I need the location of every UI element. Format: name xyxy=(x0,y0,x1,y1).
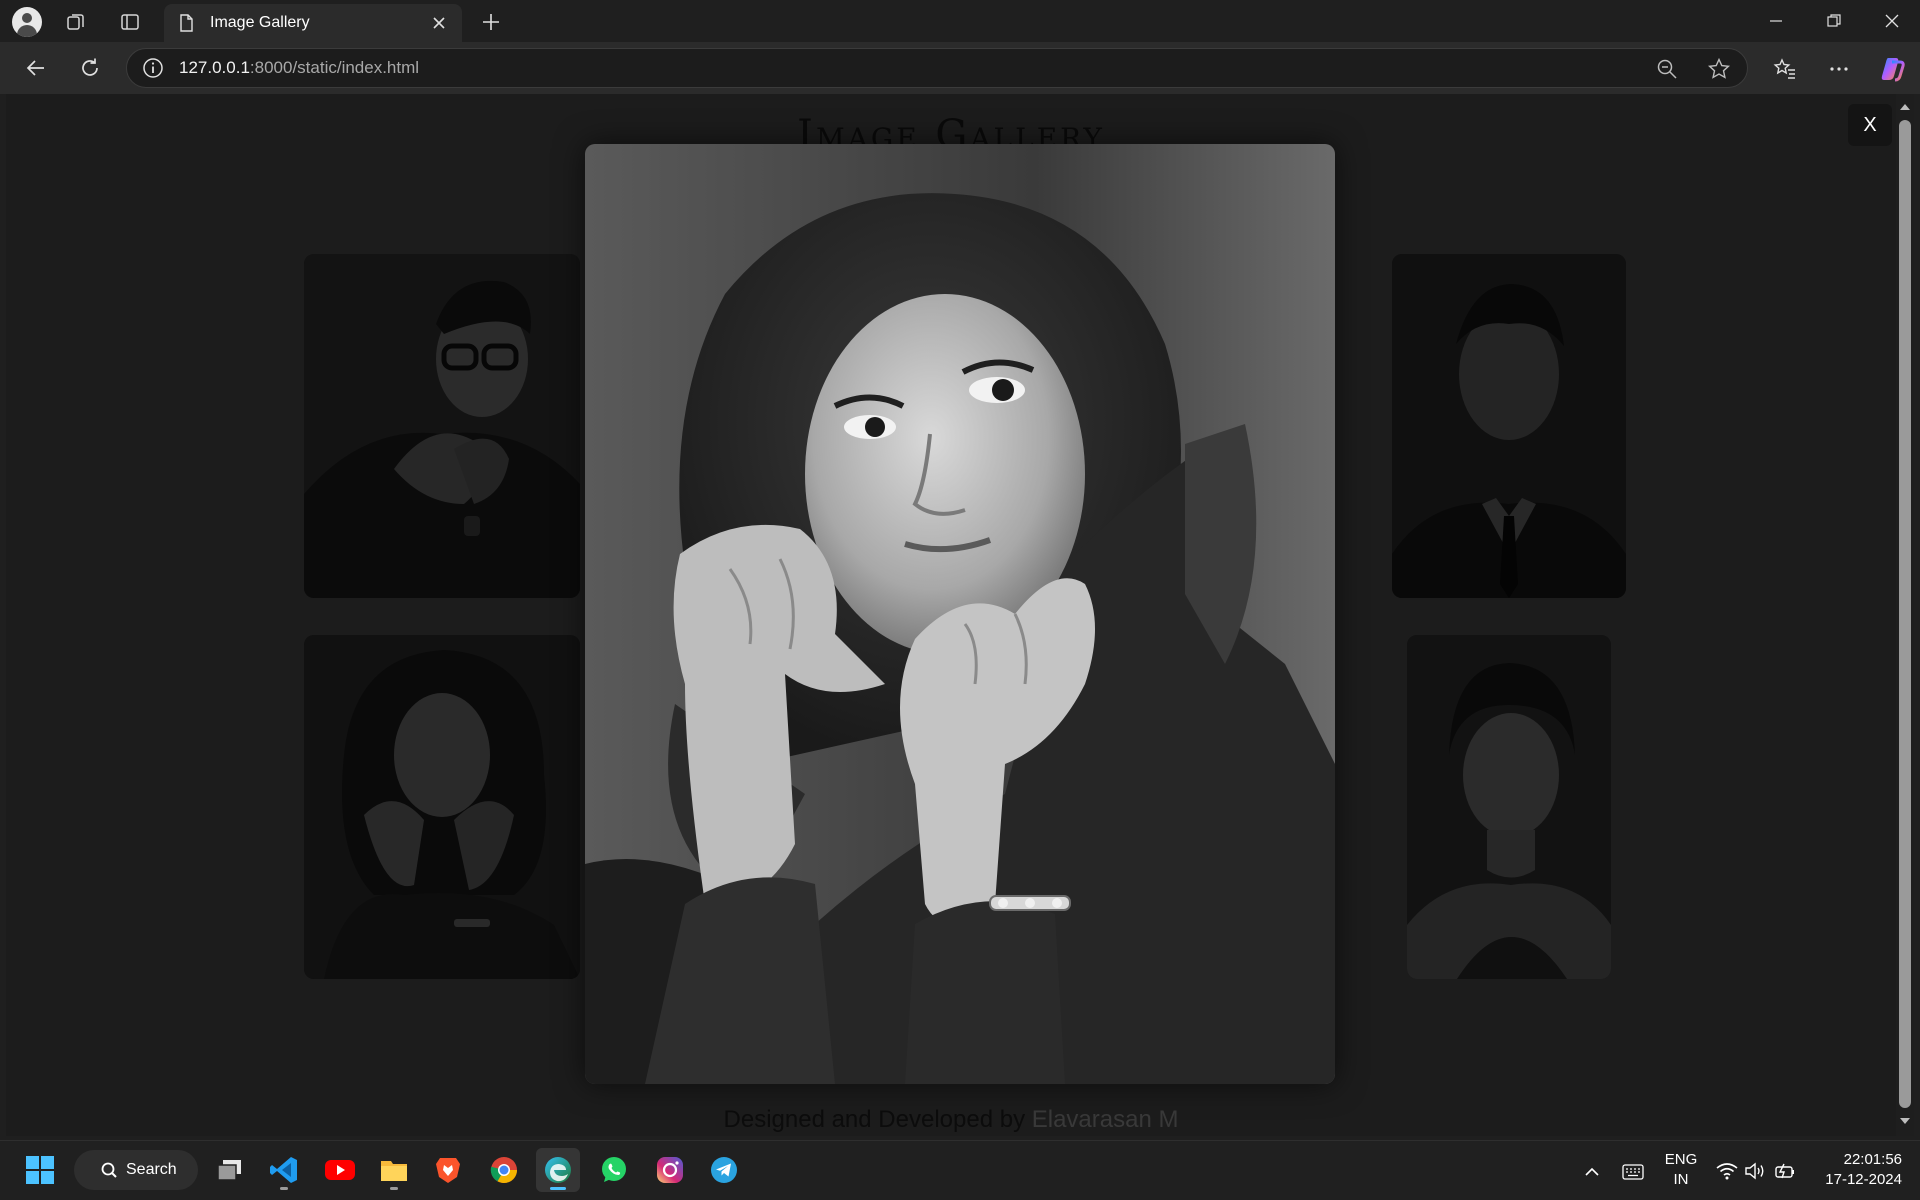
taskbar-app-file-explorer[interactable] xyxy=(372,1148,416,1192)
instagram-icon xyxy=(657,1157,683,1183)
clock-button[interactable]: 22:01:56 17-12-2024 xyxy=(1806,1150,1902,1194)
wifi-icon xyxy=(1716,1163,1738,1180)
zoom-out-icon xyxy=(1657,59,1677,79)
start-button[interactable] xyxy=(18,1148,62,1192)
back-button[interactable] xyxy=(18,50,54,86)
task-view-icon xyxy=(217,1160,241,1181)
show-hidden-icons-button[interactable] xyxy=(1578,1158,1606,1186)
new-tab-button[interactable] xyxy=(474,6,508,38)
site-info-icon[interactable] xyxy=(141,56,165,80)
copilot-icon xyxy=(1881,58,1905,82)
add-favorite-button[interactable] xyxy=(1704,54,1734,84)
youtube-icon xyxy=(325,1160,355,1180)
close-tab-icon[interactable] xyxy=(428,12,450,34)
favorites-button[interactable] xyxy=(1768,52,1802,86)
address-bar[interactable]: 127.0.0.1:8000/static/index.html xyxy=(126,48,1748,88)
taskbar-search[interactable]: Search xyxy=(74,1150,198,1190)
brave-icon xyxy=(436,1158,460,1183)
battery-charging-icon xyxy=(1775,1163,1794,1179)
reload-button[interactable] xyxy=(72,50,108,86)
input-language-button[interactable]: ENG IN xyxy=(1660,1150,1702,1194)
battery-button[interactable] xyxy=(1772,1158,1798,1184)
clock-date: 17-12-2024 xyxy=(1825,1171,1902,1188)
taskbar-app-brave[interactable] xyxy=(426,1148,470,1192)
tab-active[interactable]: Image Gallery xyxy=(164,4,462,42)
region-code: IN xyxy=(1673,1171,1689,1188)
scroll-down-icon[interactable] xyxy=(1898,1114,1912,1128)
search-icon xyxy=(101,1162,117,1178)
url-path: :8000/static/index.html xyxy=(249,58,420,77)
chevron-up-icon xyxy=(1585,1167,1599,1176)
tab-title: Image Gallery xyxy=(210,14,310,31)
workspaces-icon xyxy=(67,14,84,30)
arrow-left-icon xyxy=(26,60,44,76)
minimize-icon xyxy=(1770,20,1782,22)
active-indicator xyxy=(550,1187,566,1190)
workspaces-button[interactable] xyxy=(60,6,92,38)
taskbar-app-whatsapp[interactable] xyxy=(592,1148,636,1192)
portrait-image xyxy=(585,144,1335,1084)
avatar-icon xyxy=(12,7,42,37)
taskbar-app-edge[interactable] xyxy=(536,1148,580,1192)
taskbar-app-chrome[interactable] xyxy=(482,1148,526,1192)
volume-button[interactable] xyxy=(1742,1158,1768,1184)
page-icon xyxy=(180,14,193,32)
vscode-icon xyxy=(270,1157,297,1183)
taskbar-app-vscode[interactable] xyxy=(262,1148,306,1192)
url-text[interactable]: 127.0.0.1:8000/static/index.html xyxy=(179,58,1733,78)
chrome-icon xyxy=(490,1157,518,1184)
tab-actions-button[interactable] xyxy=(114,6,146,38)
favorites-icon xyxy=(1773,58,1795,79)
network-button[interactable] xyxy=(1714,1158,1740,1184)
minimize-button[interactable] xyxy=(1752,4,1800,38)
vertical-tabs-icon xyxy=(121,14,139,30)
touch-keyboard-button[interactable] xyxy=(1618,1158,1648,1186)
taskbar-app-instagram[interactable] xyxy=(648,1148,692,1192)
running-indicator xyxy=(280,1187,288,1190)
keyboard-icon xyxy=(1622,1164,1644,1180)
close-icon xyxy=(1885,14,1899,28)
scrollbar-thumb[interactable] xyxy=(1899,120,1911,1108)
plus-icon xyxy=(483,14,499,30)
language-code: ENG xyxy=(1664,1151,1698,1168)
restore-icon xyxy=(1827,14,1841,27)
page-viewport: Image Gallery Designed and Developed by … xyxy=(6,94,1896,1136)
refresh-icon xyxy=(82,58,98,76)
whatsapp-icon xyxy=(602,1157,626,1182)
lightbox-close-button[interactable]: X xyxy=(1848,104,1892,146)
task-view-button[interactable] xyxy=(208,1148,252,1192)
restore-button[interactable] xyxy=(1810,4,1858,38)
taskbar-app-youtube[interactable] xyxy=(318,1148,362,1192)
running-indicator xyxy=(390,1187,398,1190)
zoom-button[interactable] xyxy=(1652,54,1682,84)
telegram-icon xyxy=(711,1157,737,1183)
clock-time: 22:01:56 xyxy=(1843,1151,1902,1168)
scroll-up-icon[interactable] xyxy=(1898,100,1912,114)
url-host: 127.0.0.1 xyxy=(179,58,250,77)
search-label: Search xyxy=(126,1161,177,1178)
more-options-button[interactable] xyxy=(1822,52,1856,86)
lightbox-image xyxy=(585,144,1335,1084)
edge-icon xyxy=(545,1157,571,1183)
file-explorer-icon xyxy=(381,1161,407,1181)
ellipsis-icon xyxy=(1830,67,1848,71)
profile-button[interactable] xyxy=(10,5,44,39)
copilot-button[interactable] xyxy=(1876,52,1910,86)
taskbar-app-telegram[interactable] xyxy=(702,1148,746,1192)
star-icon xyxy=(1707,57,1731,79)
close-window-button[interactable] xyxy=(1868,4,1916,38)
speaker-icon xyxy=(1745,1162,1764,1180)
windows-start-icon xyxy=(26,1156,54,1184)
